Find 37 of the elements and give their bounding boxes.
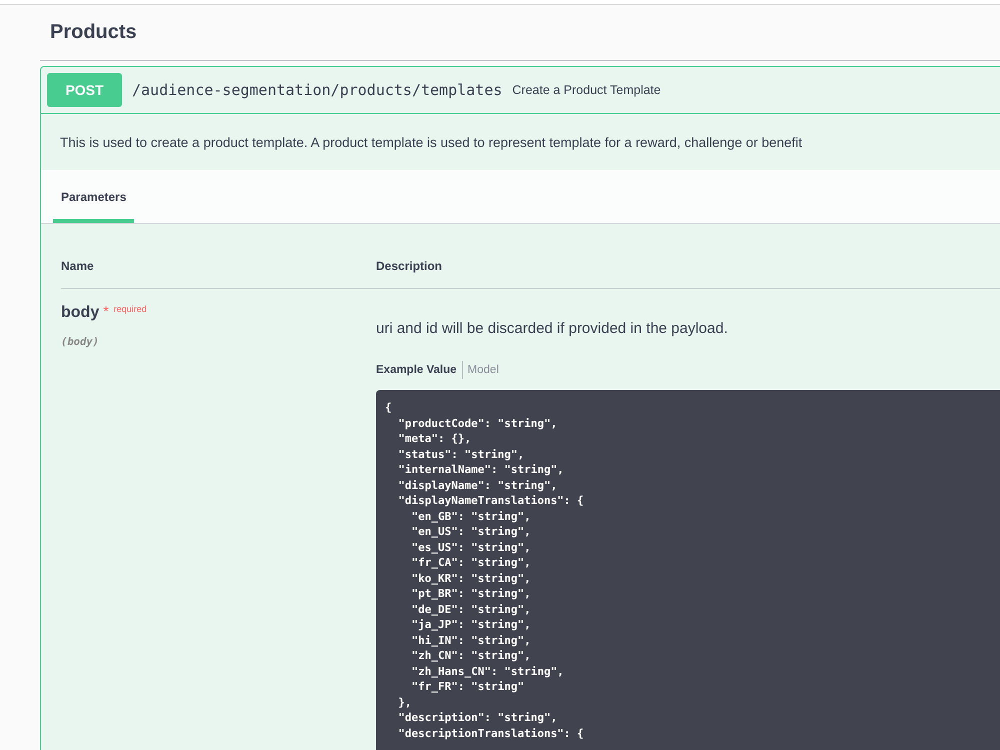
code-line: "displayName": "string", xyxy=(397,478,558,493)
parameter-name: body xyxy=(61,304,100,322)
code-line: "descriptionTranslations": { xyxy=(397,726,584,741)
code-line: "fr_FR": "string" xyxy=(410,679,524,694)
operation-description: This is used to create a product template. A product template is used to represent template for a reward, challenge or benefit xyxy=(60,134,802,150)
code-line: "de_DE": "string", xyxy=(410,602,531,617)
code-line: "zh_Hans_CN": "string", xyxy=(410,664,564,679)
code-line: "es_US": "string", xyxy=(410,540,531,555)
code-line: "en_US": "string", xyxy=(410,524,531,540)
parameter-location: (body) xyxy=(61,336,99,348)
section-title: Products xyxy=(50,21,137,44)
code-line: "en_GB": "string", xyxy=(410,508,531,524)
code-line: "zh_CN": "string", xyxy=(410,648,531,664)
code-line: "meta": {}, xyxy=(397,431,472,446)
code-line: "pt_BR": "string", xyxy=(410,586,531,602)
parameter-description: uri and id will be discarded if provided in the payload. xyxy=(376,320,728,336)
required-label: required xyxy=(114,304,147,314)
method-badge: POST xyxy=(47,73,122,107)
required-asterisk: * xyxy=(103,304,109,318)
code-line: { xyxy=(385,400,392,416)
code-line: "hi_IN": "string", xyxy=(410,632,531,648)
code-line: "displayNameTranslations": { xyxy=(397,493,584,508)
code-line: "fr_CA": "string", xyxy=(410,555,531,570)
operation-summary-bar[interactable]: POST /audience-segmentation/products/templates Create a Product Template xyxy=(41,67,1000,114)
code-line: "productCode": "string", xyxy=(397,416,558,431)
code-line: "ja_JP": "string", xyxy=(410,617,531,632)
code-line: "internalName": "string", xyxy=(397,462,564,478)
endpoint-path: /audience-segmentation/products/templates xyxy=(132,81,502,99)
column-header: Description xyxy=(376,259,442,273)
column-header: Name xyxy=(61,259,94,273)
example-view-tab[interactable]: Example Value xyxy=(376,364,457,376)
endpoint-summary: Create a Product Template xyxy=(512,83,661,97)
code-line: "description": "string", xyxy=(397,710,558,726)
code-line: "status": "string", xyxy=(397,446,524,462)
section-tab[interactable]: Parameters xyxy=(53,170,134,223)
code-line: "ko_KR": "string", xyxy=(410,570,531,586)
code-line: }, xyxy=(397,694,412,710)
